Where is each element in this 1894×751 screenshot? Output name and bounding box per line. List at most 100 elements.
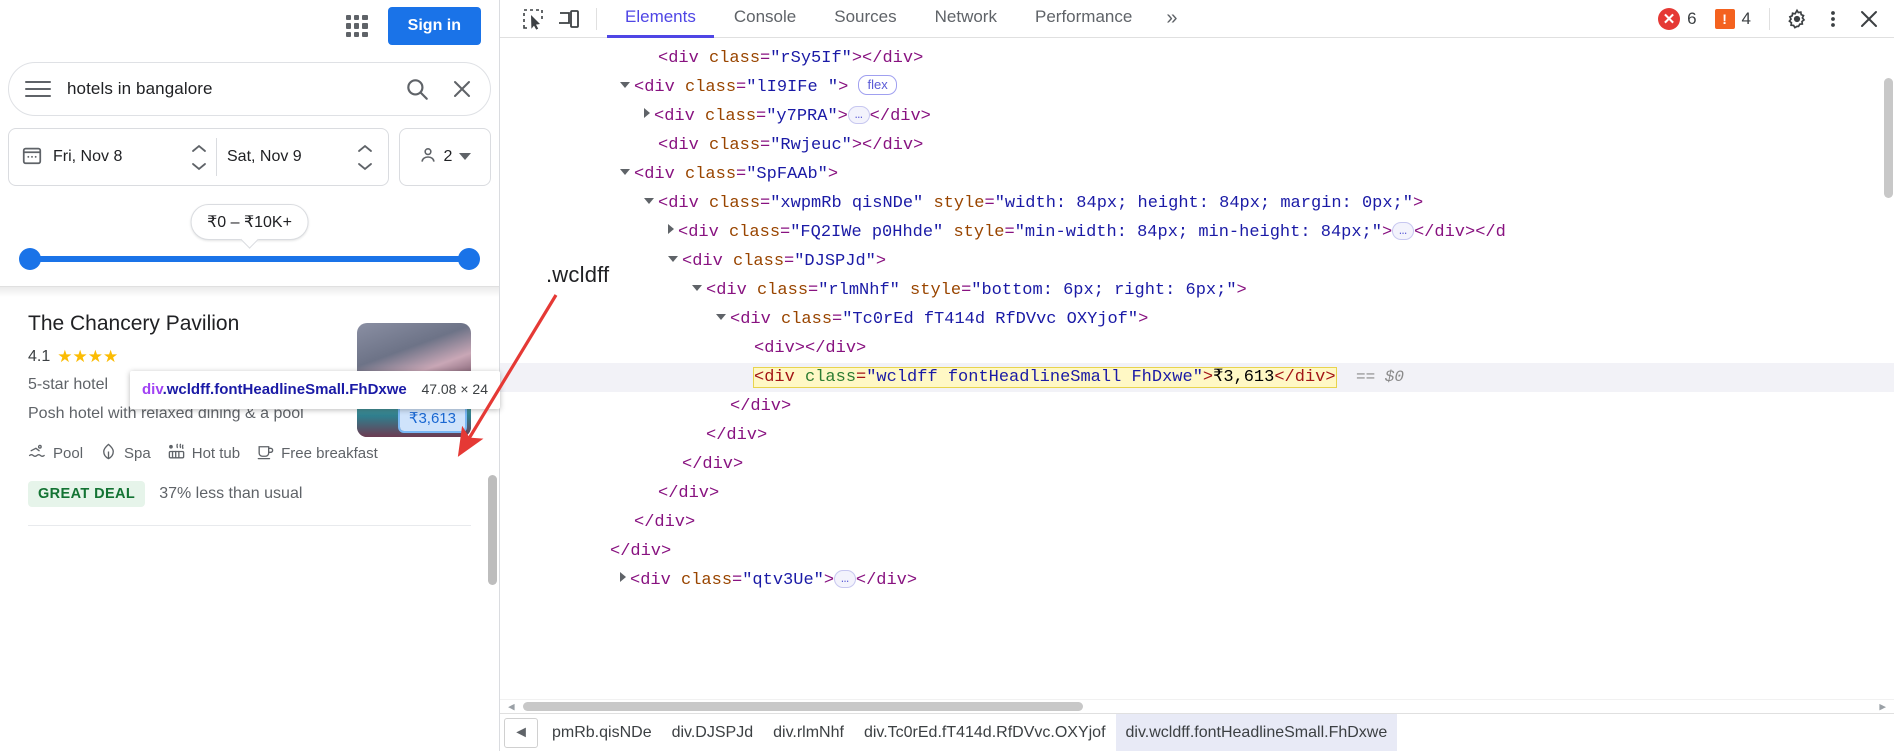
dom-node[interactable]: <div class="Tc0rEd fT414d RfDVvc OXYjof"… [500, 305, 1894, 334]
apps-grid-icon[interactable] [340, 9, 374, 43]
hotel-result-card[interactable]: The Chancery Pavilion 4.1 ★★★★ 5-star ho… [0, 297, 499, 526]
hscroll-thumb[interactable] [523, 702, 1083, 711]
expand-ellipsis-icon[interactable]: … [1392, 222, 1414, 240]
dom-node[interactable]: <div class="Rwjeuc"></div> [500, 131, 1894, 160]
dom-node[interactable]: <div class="SpFAAb"> [500, 160, 1894, 189]
collapse-twisty-icon[interactable] [644, 198, 654, 204]
search-icon[interactable] [404, 76, 430, 102]
error-count-badge[interactable]: ✕ 6 [1650, 8, 1704, 30]
expand-twisty-icon[interactable] [644, 108, 650, 118]
device-toolbar-icon[interactable] [552, 4, 586, 34]
scroll-right-icon[interactable]: ▶ [1879, 700, 1886, 714]
tab-console[interactable]: Console [716, 0, 814, 38]
dom-tree[interactable]: <div class="rSy5If"></div><div class="lI… [500, 38, 1894, 699]
tab-elements[interactable]: Elements [607, 0, 714, 38]
deal-row: GREAT DEAL 37% less than usual [28, 481, 471, 507]
price-slider-max-knob[interactable] [458, 248, 480, 270]
warning-count-badge[interactable]: ! 4 [1707, 9, 1759, 29]
person-icon [418, 145, 438, 170]
console-ref-label: == $0 [1356, 368, 1404, 386]
filters-row: Fri, Nov 8 Sat, Nov 9 [8, 128, 491, 186]
tab-performance[interactable]: Performance [1017, 0, 1150, 38]
google-header: Sign in [0, 0, 499, 52]
inspect-element-icon[interactable] [516, 4, 550, 34]
dom-tree-scrollbar[interactable] [1884, 78, 1893, 198]
check-out-stepper[interactable] [350, 144, 380, 171]
check-in-stepper[interactable] [184, 144, 214, 171]
section-shadow [0, 287, 499, 297]
price-slider-min-knob[interactable] [19, 248, 41, 270]
breadcrumb[interactable]: ◄ pmRb.qisNDediv.DJSPJddiv.rlmNhfdiv.Tc0… [500, 713, 1894, 751]
search-bar[interactable] [8, 62, 491, 116]
dom-node[interactable]: <div class="DJSPJd"> [500, 247, 1894, 276]
dom-node[interactable]: </div> [500, 450, 1894, 479]
collapse-twisty-icon[interactable] [668, 256, 678, 262]
tooltip-class-names: .wcldff.fontHeadlineSmall.FhDxwe [163, 381, 407, 398]
gear-icon[interactable] [1780, 4, 1814, 34]
tooltip-selector: div.wcldff.fontHeadlineSmall.FhDxwe [142, 380, 409, 400]
dom-node[interactable]: <div class="y7PRA">…</div> [500, 102, 1894, 131]
dom-node[interactable]: </div> [500, 537, 1894, 566]
amenity-spa: Spa [99, 442, 151, 465]
tab-network[interactable]: Network [917, 0, 1015, 38]
date-divider [216, 138, 217, 176]
check-in-field[interactable]: Fri, Nov 8 [53, 144, 214, 171]
guests-selector[interactable]: 2 [399, 128, 491, 186]
dom-node[interactable]: </div> [500, 479, 1894, 508]
error-count: 6 [1687, 9, 1696, 29]
amenity-label: Spa [124, 445, 151, 462]
search-input[interactable] [65, 78, 390, 100]
breadcrumb-item[interactable]: div.wcldff.fontHeadlineSmall.FhDxwe [1116, 714, 1398, 751]
expand-twisty-icon[interactable] [620, 572, 626, 582]
breadcrumb-item[interactable]: pmRb.qisNDe [542, 714, 662, 751]
more-vertical-icon[interactable] [1816, 4, 1850, 34]
collapse-twisty-icon[interactable] [620, 169, 630, 175]
price-slider-track[interactable] [30, 256, 469, 262]
tooltip-dimensions: 47.08 × 24 [421, 380, 488, 397]
dom-node[interactable]: <div class="lI9IFe "> flex [500, 73, 1894, 102]
rating-value: 4.1 [28, 348, 50, 366]
hamburger-icon[interactable] [25, 81, 51, 97]
toolbar-divider-2 [1769, 8, 1770, 30]
more-tabs-icon[interactable]: » [1152, 7, 1191, 30]
dom-node[interactable]: <div class="rSy5If"></div> [500, 44, 1894, 73]
screen-root: Sign in [0, 0, 1894, 751]
dom-node[interactable]: <div></div> [500, 334, 1894, 363]
dom-node[interactable]: </div> [500, 421, 1894, 450]
dom-node[interactable]: </div> [500, 392, 1894, 421]
amenity-free-breakfast: Free breakfast [256, 442, 378, 465]
flex-badge[interactable]: flex [858, 75, 896, 95]
check-in-date: Fri, Nov 8 [53, 148, 184, 166]
scroll-left-icon[interactable]: ◀ [508, 700, 515, 714]
date-range-picker[interactable]: Fri, Nov 8 Sat, Nov 9 [8, 128, 389, 186]
selected-dom-node[interactable]: <div class="wcldff fontHeadlineSmall FhD… [754, 368, 1336, 387]
dom-node[interactable]: <div class="xwpmRb qisNDe" style="width:… [500, 189, 1894, 218]
amenity-label: Hot tub [192, 445, 240, 462]
breadcrumb-item[interactable]: div.rlmNhf [763, 714, 854, 751]
clear-search-icon[interactable] [450, 77, 474, 101]
dom-node[interactable]: <div class="wcldff fontHeadlineSmall FhD… [500, 363, 1894, 392]
close-devtools-icon[interactable] [1852, 4, 1886, 34]
expand-ellipsis-icon[interactable]: … [834, 570, 856, 588]
page-scrollbar[interactable] [488, 475, 497, 585]
collapse-twisty-icon[interactable] [692, 285, 702, 291]
calendar-icon [21, 144, 43, 171]
warning-icon: ! [1715, 9, 1735, 29]
collapse-twisty-icon[interactable] [620, 82, 630, 88]
collapse-twisty-icon[interactable] [716, 314, 726, 320]
dom-tree-hscrollbar[interactable]: ◀ ▶ [500, 699, 1894, 713]
check-out-field[interactable]: Sat, Nov 9 [219, 144, 380, 171]
dom-node[interactable]: </div> [500, 508, 1894, 537]
devtools-panel: Elements Console Sources Network Perform… [500, 0, 1894, 751]
dom-node[interactable]: <div class="FQ2IWe p0Hhde" style="min-wi… [500, 218, 1894, 247]
dom-node[interactable]: <div class="rlmNhf" style="bottom: 6px; … [500, 276, 1894, 305]
breadcrumb-item[interactable]: div.DJSPJd [662, 714, 764, 751]
breadcrumb-scroll-left-button[interactable]: ◄ [504, 718, 538, 748]
expand-ellipsis-icon[interactable]: … [848, 106, 870, 124]
chevron-down-icon[interactable] [458, 148, 472, 166]
sign-in-button[interactable]: Sign in [388, 7, 481, 45]
tab-sources[interactable]: Sources [816, 0, 914, 38]
expand-twisty-icon[interactable] [668, 224, 674, 234]
breadcrumb-item[interactable]: div.Tc0rEd.fT414d.RfDVvc.OXYjof [854, 714, 1116, 751]
dom-node[interactable]: <div class="qtv3Ue">…</div> [500, 566, 1894, 595]
